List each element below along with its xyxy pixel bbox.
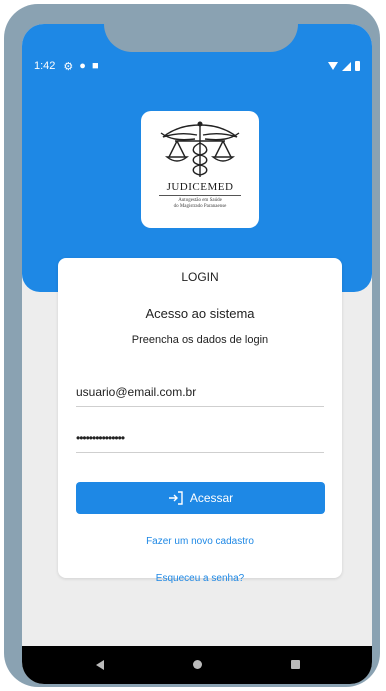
battery-icon: [355, 61, 360, 71]
card-heading: Acesso ao sistema: [145, 306, 255, 321]
recent-apps-icon[interactable]: [291, 660, 300, 669]
login-arrow-icon: [168, 491, 183, 505]
register-link[interactable]: Fazer um novo cadastro: [58, 536, 342, 547]
password-field[interactable]: [76, 424, 324, 453]
status-bar: 1:42 ⚙ ● ■: [34, 57, 360, 75]
notification-a-icon: ●: [79, 60, 86, 72]
forgot-password-link[interactable]: Esqueceu a senha?: [58, 573, 342, 584]
login-button[interactable]: Acessar: [76, 482, 325, 514]
navigation-bar: [22, 646, 372, 684]
login-button-label: Acessar: [189, 491, 234, 505]
status-time: 1:42: [34, 60, 56, 72]
signal-icon: [342, 61, 351, 71]
logo-divider: [159, 195, 241, 196]
phone-screen: 1:42 ⚙ ● ■ JUDICEMED Autogestão em Saúde…: [22, 24, 372, 684]
logo-subtitle-line2: do Magistrado Paranaense: [173, 204, 227, 209]
logo-name: JUDICEMED: [166, 181, 234, 193]
notification-square-icon: ■: [91, 60, 99, 72]
gear-icon: ⚙: [63, 60, 74, 73]
logo-subtitle: Autogestão em Saúde do Magistrado Parana…: [141, 198, 259, 210]
wifi-icon: [328, 62, 338, 70]
card-title: LOGIN: [181, 270, 219, 284]
home-icon[interactable]: [193, 660, 202, 669]
login-card: LOGIN Acesso ao sistema Preencha os dado…: [58, 258, 342, 584]
caduceus-scales-icon: [160, 121, 240, 177]
card-subtitle: Preencha os dados de login: [131, 334, 269, 346]
judicemed-logo: JUDICEMED Autogestão em Saúde do Magistr…: [141, 111, 259, 228]
device-frame: 1:42 ⚙ ● ■ JUDICEMED Autogestão em Saúde…: [4, 4, 380, 687]
back-icon[interactable]: [96, 660, 104, 670]
email-field[interactable]: [76, 378, 324, 407]
device-notch: [104, 8, 298, 52]
